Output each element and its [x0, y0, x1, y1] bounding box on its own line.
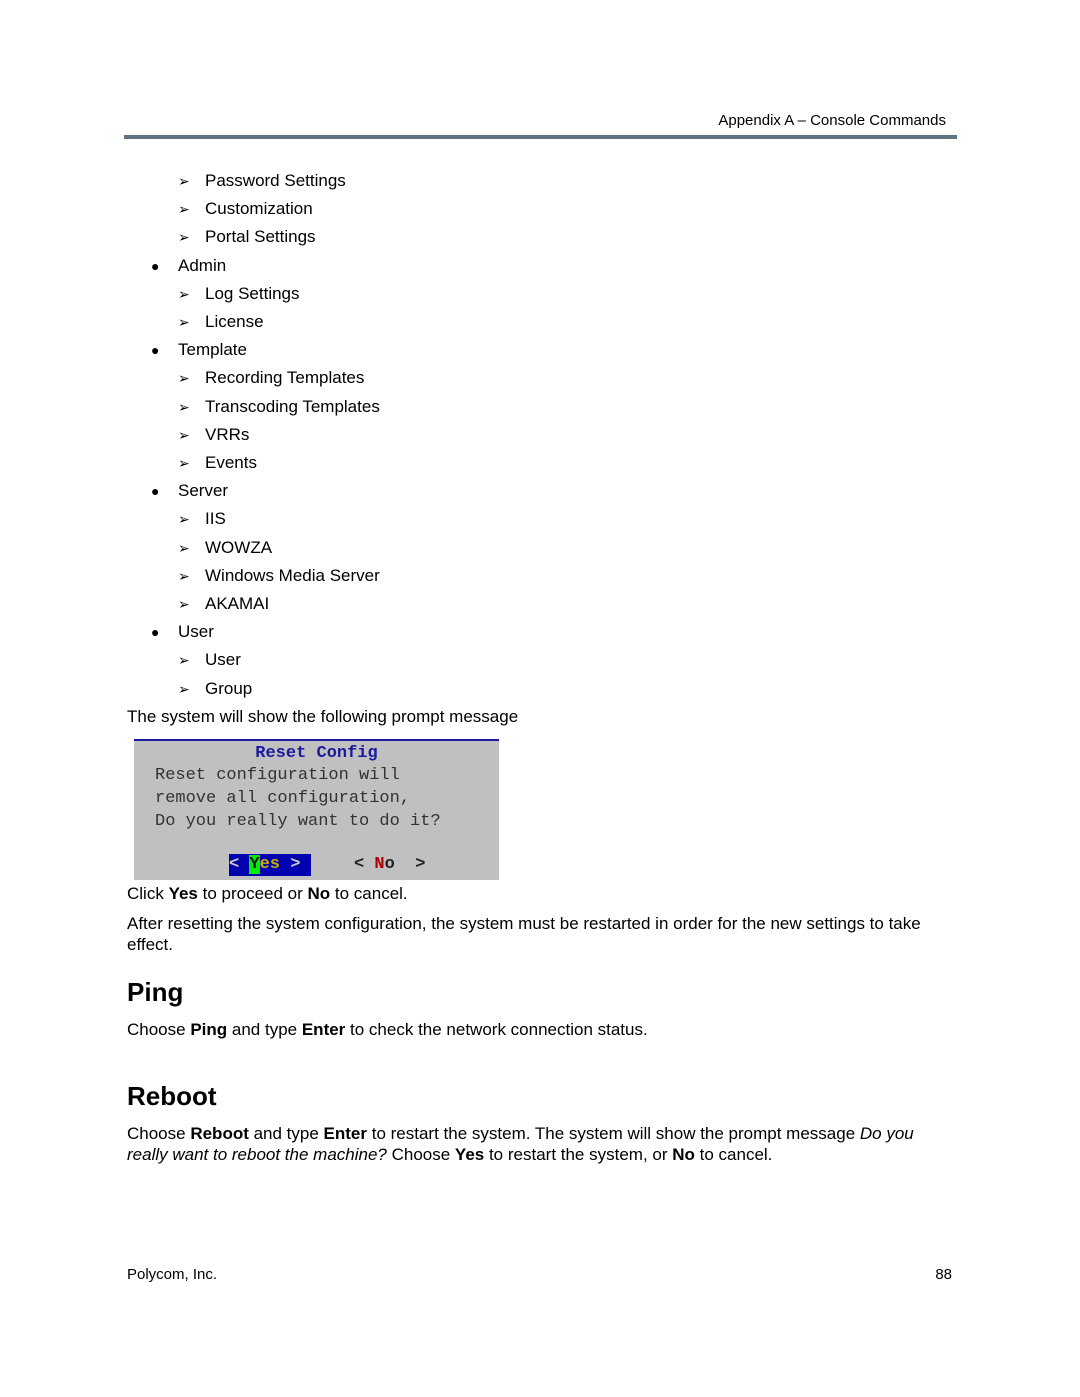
- text: Choose: [386, 1145, 455, 1164]
- arrow-bullet-icon: ➢: [178, 567, 190, 584]
- no-label-rest: o: [384, 855, 395, 874]
- list-item-label: Log Settings: [205, 283, 300, 303]
- dialog-title: Reset Config: [255, 744, 378, 763]
- arrow-bullet-icon: ➢: [178, 539, 190, 556]
- reboot-heading: Reboot: [127, 1081, 217, 1111]
- list-item-label: Windows Media Server: [205, 565, 380, 585]
- text: to proceed or: [197, 884, 308, 903]
- list-item-label: Customization: [205, 199, 313, 219]
- list-item-label: WOWZA: [205, 537, 273, 557]
- arrow-bullet-icon: ➢: [178, 455, 190, 471]
- no-button[interactable]: < No >: [354, 854, 425, 876]
- list-item-label: License: [205, 312, 264, 331]
- text: and type: [248, 1124, 324, 1143]
- text: Click: [127, 884, 169, 903]
- arrow-bullet-icon: ➢: [178, 652, 190, 669]
- arrow-bullet-icon: ➢: [178, 398, 190, 415]
- bullet-icon: ●: [151, 624, 160, 641]
- text: to cancel.: [694, 1145, 773, 1164]
- bold-yes: Yes: [168, 884, 198, 903]
- arrow-bullet-icon: ➢: [178, 173, 190, 189]
- bold-no: No: [672, 1145, 695, 1164]
- list-item-label: Portal Settings: [205, 227, 316, 247]
- list-item-label: AKAMAI: [205, 594, 270, 613]
- text: and type: [227, 1020, 302, 1039]
- prompt-intro: The system will show the following promp…: [127, 707, 519, 726]
- list-item-label: User: [178, 622, 214, 642]
- arrow-bullet-icon: ➢: [178, 426, 190, 443]
- bold-no: No: [307, 884, 331, 903]
- list-item-label: Group: [205, 678, 253, 698]
- dialog-line: Do you really want to do it?: [155, 812, 441, 831]
- arrow-bullet-icon: ➢: [178, 370, 190, 387]
- text: to cancel.: [330, 884, 408, 903]
- reset-config-dialog: Reset Config Reset configuration will re…: [134, 739, 499, 880]
- arrow-bullet-icon: ➢: [178, 314, 190, 330]
- yes-open-bracket: <: [229, 855, 250, 874]
- bullet-icon: ●: [151, 257, 160, 274]
- ping-paragraph: Choose Ping and type Enter to check the …: [127, 1019, 957, 1040]
- list-item-label: VRRs: [205, 424, 250, 444]
- dialog-line: remove all configuration,: [155, 789, 411, 808]
- after-reset-paragraph: After resetting the system configuration…: [127, 914, 921, 954]
- bold-yes: Yes: [454, 1145, 485, 1164]
- list-item-label: Server: [178, 481, 229, 501]
- list-item-label: Recording Templates: [205, 368, 365, 388]
- footer-company: Polycom, Inc.: [127, 1266, 218, 1283]
- arrow-bullet-icon: ➢: [178, 201, 190, 218]
- no-hotkey: N: [374, 855, 385, 874]
- list-item-label: Template: [178, 340, 247, 360]
- list-item-label: User: [205, 650, 241, 670]
- list-item-label: IIS: [205, 509, 226, 529]
- yes-label-rest: es: [259, 855, 281, 874]
- text: to restart the system, or: [484, 1145, 673, 1164]
- list-item-label: Admin: [178, 255, 227, 275]
- yes-close-bracket: >: [280, 855, 301, 874]
- bold-enter: Enter: [301, 1020, 346, 1039]
- click-instruction: Click Yes to proceed or No to cancel.: [127, 883, 957, 904]
- ping-heading: Ping: [127, 977, 184, 1007]
- arrow-bullet-icon: ➢: [178, 680, 190, 697]
- text: Choose: [127, 1124, 191, 1143]
- no-open-bracket: <: [354, 855, 375, 874]
- list-item-label: Transcoding Templates: [205, 396, 380, 416]
- header-divider: [124, 135, 957, 139]
- bullet-icon: ●: [151, 342, 160, 359]
- bold-ping: Ping: [190, 1020, 228, 1039]
- bold-reboot: Reboot: [190, 1124, 249, 1143]
- text: Choose: [127, 1020, 191, 1039]
- text: to check the network connection status.: [345, 1020, 648, 1039]
- arrow-bullet-icon: ➢: [178, 596, 190, 612]
- dialog-line: Reset configuration will: [155, 766, 400, 785]
- yes-button[interactable]: < Yes >: [229, 854, 311, 876]
- list-item-label: Password Settings: [205, 171, 346, 190]
- arrow-bullet-icon: ➢: [178, 229, 190, 246]
- arrow-bullet-icon: ➢: [178, 285, 190, 302]
- yes-hotkey: Y: [249, 855, 260, 874]
- header-title: Appendix A – Console Commands: [718, 112, 946, 129]
- no-close-bracket: >: [394, 855, 426, 874]
- text: to restart the system. The system will s…: [367, 1124, 860, 1143]
- list-item-label: Events: [205, 453, 257, 472]
- page-number: 88: [935, 1266, 952, 1283]
- bullet-icon: ●: [151, 483, 160, 500]
- bold-enter: Enter: [323, 1124, 368, 1143]
- arrow-bullet-icon: ➢: [178, 511, 190, 528]
- reboot-paragraph: Choose Reboot and type Enter to restart …: [127, 1123, 957, 1165]
